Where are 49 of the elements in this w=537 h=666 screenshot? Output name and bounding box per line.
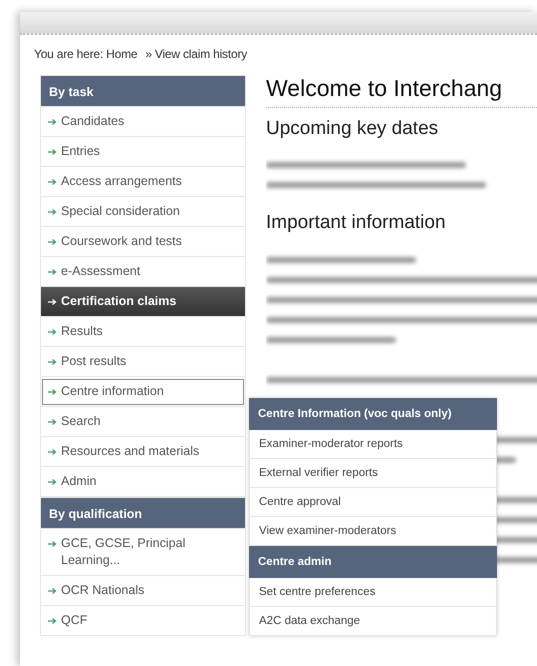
sidebar-item[interactable]: Candidates	[40, 107, 246, 137]
sidebar-item[interactable]: Admin	[40, 467, 246, 497]
menu-item[interactable]: View examiner-moderators	[249, 517, 497, 546]
sidebar-heading: By task	[40, 75, 246, 107]
arrow-icon	[48, 358, 57, 366]
arrow-icon	[48, 148, 57, 156]
arrow-icon	[48, 418, 57, 426]
sidebar-item[interactable]: Search	[40, 407, 246, 437]
sidebar-item[interactable]: Centre information	[40, 377, 246, 407]
arrow-icon	[48, 587, 57, 595]
sidebar-item[interactable]: Certification claims	[40, 287, 246, 317]
menu-item[interactable]: Set centre preferences	[249, 578, 497, 607]
arrow-icon	[48, 540, 57, 548]
menu-heading: Centre Information (voc quals only)	[249, 398, 497, 430]
menu-item[interactable]: Centre approval	[249, 488, 497, 517]
sidebar-item[interactable]: OCR Nationals	[40, 576, 246, 606]
arrow-icon	[48, 617, 57, 625]
sidebar-item[interactable]: Special consideration	[40, 197, 246, 227]
arrow-icon	[48, 448, 57, 456]
sidebar-heading: By qualification	[40, 497, 246, 529]
breadcrumb-current: View claim history	[154, 47, 248, 61]
arrow-icon	[48, 178, 57, 186]
sidebar-item[interactable]: Post results	[40, 347, 246, 377]
breadcrumb-link[interactable]: Home	[106, 47, 138, 61]
sidebar-item[interactable]: QCF	[40, 606, 246, 636]
section-heading: Upcoming key dates	[266, 118, 440, 140]
arrow-icon	[48, 388, 57, 396]
breadcrumb-separator: »	[145, 47, 152, 61]
sidebar-item[interactable]: Results	[40, 317, 246, 347]
breadcrumb-label: You are here:	[34, 47, 104, 61]
sidebar-item[interactable]: Coursework and tests	[40, 227, 246, 257]
arrow-icon	[48, 268, 57, 276]
sidebar-item[interactable]: e-Assessment	[40, 257, 246, 287]
arrow-icon	[48, 118, 57, 126]
menu-item[interactable]: External verifier reports	[249, 459, 497, 488]
menu-item[interactable]: Examiner-moderator reports	[249, 430, 497, 459]
sidebar-item[interactable]: GCE, GCSE, Principal Learning...	[40, 529, 246, 576]
arrow-icon	[48, 298, 57, 306]
arrow-icon	[48, 478, 57, 486]
sidebar-item[interactable]: Resources and materials	[40, 437, 246, 467]
page-title: Welcome to Interchang	[266, 75, 537, 108]
menu-item[interactable]: A2C data exchange	[249, 607, 497, 636]
sidebar-item[interactable]: Entries	[40, 137, 246, 167]
arrow-icon	[48, 208, 57, 216]
menu-heading: Centre admin	[249, 546, 497, 578]
arrow-icon	[48, 238, 57, 246]
sidebar-item[interactable]: Access arrangements	[40, 167, 246, 197]
section-heading: Important information	[266, 212, 447, 236]
arrow-icon	[48, 328, 57, 336]
